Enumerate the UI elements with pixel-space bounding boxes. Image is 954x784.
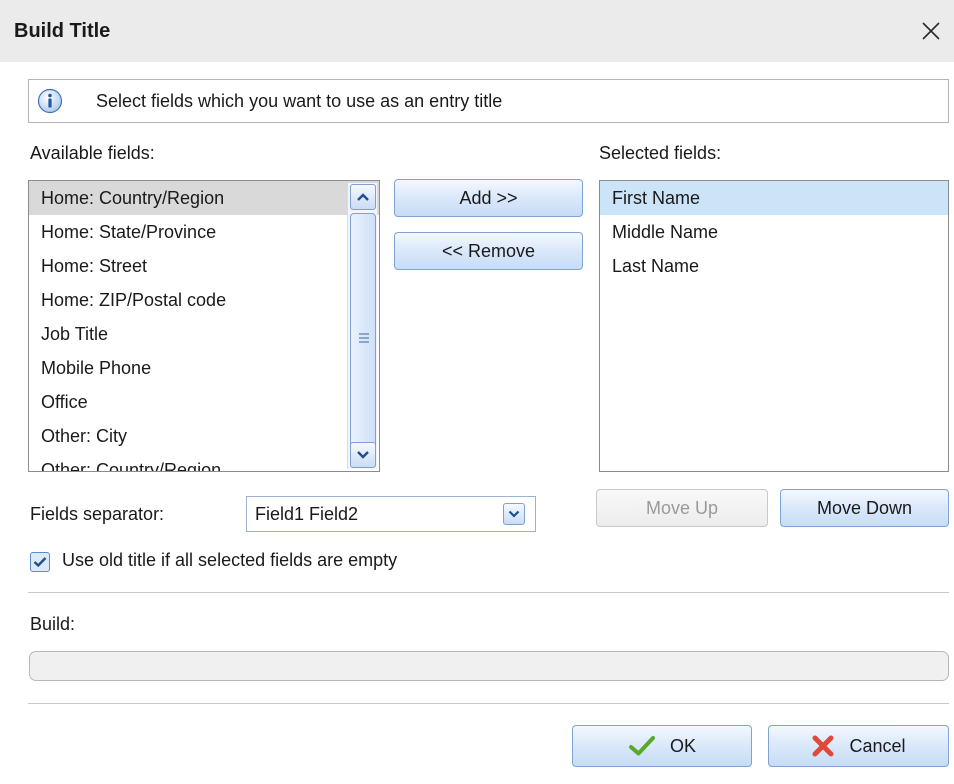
- build-field: [29, 651, 949, 681]
- list-item[interactable]: First Name: [600, 181, 948, 215]
- cancel-label: Cancel: [849, 735, 906, 756]
- list-item[interactable]: Other: Country/Region: [29, 453, 379, 471]
- info-icon: [37, 88, 63, 114]
- ok-label: OK: [669, 735, 696, 756]
- fields-separator-value: Field1 Field2: [255, 504, 359, 524]
- list-item[interactable]: Last Name: [600, 249, 948, 283]
- info-bar: Select fields which you want to use as a…: [28, 79, 949, 123]
- fields-separator-select[interactable]: Field1 Field2: [246, 496, 536, 532]
- dropdown-arrow-icon: [508, 510, 520, 518]
- remove-button[interactable]: << Remove: [394, 232, 583, 270]
- scroll-up-button[interactable]: [350, 184, 376, 210]
- available-fields-label: Available fields:: [30, 143, 155, 163]
- move-down-button[interactable]: Move Down: [780, 489, 949, 527]
- list-item[interactable]: Home: Street: [29, 249, 379, 283]
- close-icon: [922, 22, 940, 40]
- move-up-button[interactable]: Move Up: [596, 489, 768, 527]
- scroll-thumb[interactable]: [350, 213, 376, 463]
- use-old-title-label[interactable]: Use old title if all selected fields are…: [62, 550, 397, 571]
- scroll-up-icon: [357, 193, 369, 201]
- dropdown-button[interactable]: [503, 503, 525, 525]
- list-item[interactable]: Office: [29, 385, 379, 419]
- checkmark-icon: [628, 735, 656, 757]
- list-item[interactable]: Other: City: [29, 419, 379, 453]
- checkmark-icon: [33, 557, 47, 568]
- selected-fields-label: Selected fields:: [599, 143, 722, 163]
- list-item[interactable]: Home: Country/Region: [29, 181, 379, 215]
- divider: [28, 703, 949, 704]
- add-button[interactable]: Add >>: [394, 179, 583, 217]
- window-title: Build Title: [14, 20, 111, 42]
- title-bar: Build Title: [0, 0, 954, 62]
- scroll-down-button[interactable]: [350, 442, 376, 468]
- build-label: Build:: [30, 614, 76, 634]
- use-old-title-checkbox[interactable]: [30, 552, 50, 572]
- grip-icon: [359, 333, 369, 343]
- available-fields-list[interactable]: Home: Country/Region Home: State/Provinc…: [28, 180, 380, 472]
- list-item[interactable]: Home: State/Province: [29, 215, 379, 249]
- info-text: Select fields which you want to use as a…: [96, 91, 503, 111]
- cancel-button[interactable]: Cancel: [768, 725, 949, 767]
- list-item[interactable]: Mobile Phone: [29, 351, 379, 385]
- cross-icon: [811, 734, 835, 758]
- vertical-scrollbar[interactable]: [347, 183, 377, 469]
- scroll-down-icon: [357, 451, 369, 459]
- fields-separator-label: Fields separator:: [30, 504, 165, 524]
- ok-button[interactable]: OK: [572, 725, 752, 767]
- divider: [28, 592, 949, 593]
- selected-fields-list[interactable]: First Name Middle Name Last Name: [599, 180, 949, 472]
- list-item[interactable]: Middle Name: [600, 215, 948, 249]
- close-button[interactable]: [914, 14, 948, 48]
- list-item[interactable]: Job Title: [29, 317, 379, 351]
- list-item[interactable]: Home: ZIP/Postal code: [29, 283, 379, 317]
